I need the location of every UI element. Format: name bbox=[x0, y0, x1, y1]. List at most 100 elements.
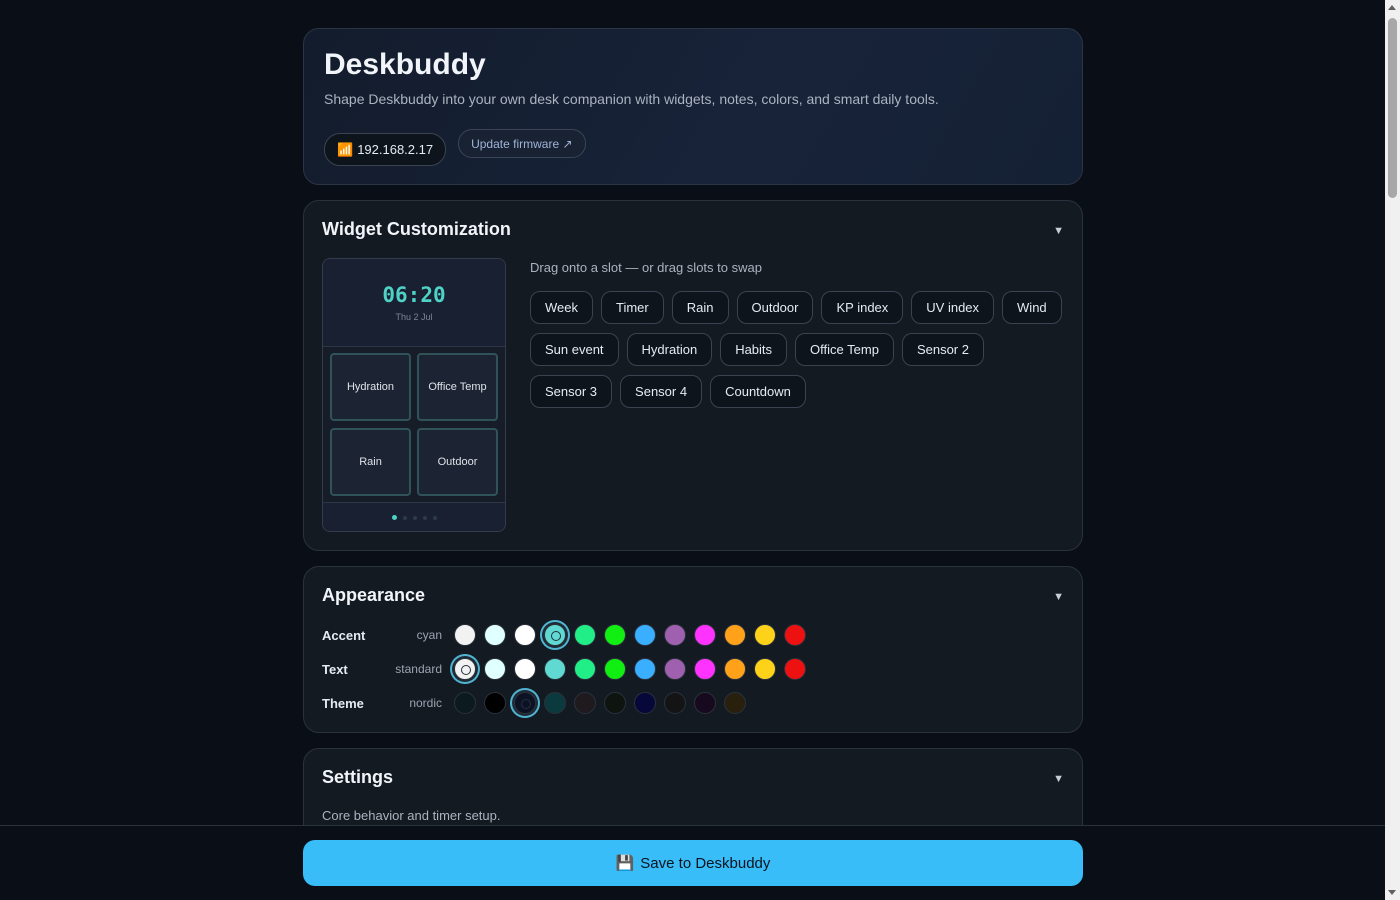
ip-badge: 📶 192.168.2.17 bbox=[324, 133, 447, 166]
appearance-row-accent: Accent cyan bbox=[322, 622, 1062, 648]
widget-chip[interactable]: Week bbox=[530, 291, 593, 324]
color-swatch[interactable] bbox=[484, 658, 506, 680]
section-title: Settings bbox=[322, 767, 394, 787]
widget-chip[interactable]: Sun event bbox=[530, 333, 619, 366]
widget-chip[interactable]: Rain bbox=[671, 291, 729, 324]
device-clock: 06:20 Thu 2 Jul bbox=[323, 259, 505, 347]
widget-chip[interactable]: Sensor 4 bbox=[620, 375, 703, 408]
row-value: standard bbox=[395, 662, 442, 676]
widget-chip[interactable]: Wind bbox=[1002, 291, 1062, 324]
scroll-down-arrow-icon[interactable] bbox=[1388, 890, 1396, 895]
color-swatch[interactable] bbox=[574, 624, 596, 646]
color-swatch[interactable] bbox=[514, 692, 536, 714]
appearance-row-text: Text standard bbox=[322, 656, 1062, 682]
color-swatch[interactable] bbox=[754, 658, 776, 680]
page-subtitle: Shape Deskbuddy into your own desk compa… bbox=[324, 91, 939, 107]
page-dot[interactable] bbox=[432, 515, 437, 520]
page-dot[interactable] bbox=[412, 515, 417, 520]
color-swatch[interactable] bbox=[454, 692, 476, 714]
color-swatch[interactable] bbox=[604, 692, 626, 714]
row-value: cyan bbox=[416, 628, 442, 642]
color-swatch[interactable] bbox=[754, 624, 776, 646]
widget-slot[interactable]: Rain bbox=[330, 427, 411, 496]
page-dot[interactable] bbox=[422, 515, 427, 520]
color-swatch[interactable] bbox=[634, 624, 656, 646]
color-swatch[interactable] bbox=[454, 624, 476, 646]
row-label: Theme bbox=[322, 695, 364, 711]
color-swatch[interactable] bbox=[544, 692, 566, 714]
scrollbar-thumb[interactable] bbox=[1388, 18, 1397, 198]
page-indicator bbox=[323, 502, 505, 531]
section-title: Appearance bbox=[322, 585, 426, 605]
color-swatch[interactable] bbox=[574, 658, 596, 680]
widget-chip[interactable]: Outdoor bbox=[736, 291, 814, 324]
page-dot[interactable] bbox=[391, 515, 397, 520]
color-swatch[interactable] bbox=[574, 692, 596, 714]
drag-hint: Drag onto a slot — or drag slots to swap bbox=[530, 260, 762, 275]
row-label: Accent bbox=[322, 627, 366, 643]
color-swatch[interactable] bbox=[634, 658, 656, 680]
page-dot[interactable] bbox=[402, 515, 407, 520]
widget-chip[interactable]: UV index bbox=[911, 291, 995, 324]
chevron-down-icon[interactable]: ▼ bbox=[1053, 591, 1064, 603]
color-swatch[interactable] bbox=[544, 624, 566, 646]
update-firmware-button[interactable]: Update firmware ↗ bbox=[458, 129, 586, 158]
color-swatch[interactable] bbox=[544, 658, 566, 680]
widget-slot[interactable]: Office Temp bbox=[417, 353, 498, 421]
color-swatch[interactable] bbox=[694, 692, 716, 714]
color-swatch[interactable] bbox=[514, 658, 536, 680]
device-preview: 06:20 Thu 2 Jul Hydration Office Temp Rain… bbox=[322, 258, 506, 532]
page-title: Deskbuddy bbox=[324, 48, 486, 81]
device-date: Thu 2 Jul bbox=[395, 312, 433, 322]
widget-customization-section: Widget Customization ▼ 06:20 Thu 2 Jul H… bbox=[303, 200, 1083, 551]
settings-subtitle: Core behavior and timer setup. bbox=[322, 808, 501, 823]
save-label: Save to Deskbuddy bbox=[640, 854, 771, 872]
color-swatch[interactable] bbox=[484, 624, 506, 646]
widget-slot[interactable]: Hydration bbox=[330, 353, 411, 421]
chevron-down-icon[interactable]: ▼ bbox=[1053, 773, 1064, 785]
widget-chip[interactable]: Countdown bbox=[710, 375, 806, 408]
color-swatch[interactable] bbox=[604, 624, 626, 646]
widget-chip[interactable]: Sensor 2 bbox=[901, 333, 984, 366]
scrollbar[interactable] bbox=[1385, 0, 1400, 900]
color-swatch[interactable] bbox=[604, 658, 626, 680]
widget-chip[interactable]: Office Temp bbox=[795, 333, 894, 366]
color-swatch[interactable] bbox=[664, 624, 686, 646]
color-swatch[interactable] bbox=[454, 658, 476, 680]
header-card: Deskbuddy Shape Deskbuddy into your own … bbox=[303, 28, 1083, 185]
color-swatch[interactable] bbox=[484, 692, 506, 714]
widget-chip[interactable]: Hydration bbox=[626, 333, 713, 366]
ip-address: 192.168.2.17 bbox=[357, 142, 434, 157]
row-value: nordic bbox=[409, 696, 442, 710]
widget-chip[interactable]: Timer bbox=[601, 291, 664, 324]
color-swatch[interactable] bbox=[724, 658, 746, 680]
widget-chip[interactable]: Habits bbox=[720, 333, 788, 366]
color-swatch[interactable] bbox=[694, 624, 716, 646]
section-title: Widget Customization bbox=[322, 219, 511, 239]
save-button[interactable]: 💾 Save to Deskbuddy bbox=[303, 840, 1083, 886]
color-swatch[interactable] bbox=[724, 692, 746, 714]
color-swatch[interactable] bbox=[724, 624, 746, 646]
row-label: Text bbox=[322, 661, 348, 677]
widget-slot[interactable]: Outdoor bbox=[417, 427, 498, 496]
wifi-icon: 📶 bbox=[337, 141, 354, 157]
appearance-section: Appearance ▼ Accent cyan Text standard Theme… bbox=[303, 566, 1083, 733]
scroll-up-arrow-icon[interactable] bbox=[1388, 5, 1396, 10]
page-content: Deskbuddy Shape Deskbuddy into your own … bbox=[303, 28, 1083, 883]
device-time: 06:20 bbox=[382, 283, 446, 307]
widget-chip[interactable]: KP index bbox=[821, 291, 904, 324]
color-swatch[interactable] bbox=[634, 692, 656, 714]
footer-bar: 💾 Save to Deskbuddy bbox=[0, 825, 1385, 900]
color-swatch[interactable] bbox=[784, 624, 806, 646]
widget-palette: Week Timer Rain Outdoor KP index UV index Wind… bbox=[530, 291, 1070, 408]
color-swatch[interactable] bbox=[664, 658, 686, 680]
color-swatch[interactable] bbox=[514, 624, 536, 646]
appearance-row-theme: Theme nordic bbox=[322, 690, 1062, 716]
color-swatch[interactable] bbox=[694, 658, 716, 680]
widget-chip[interactable]: Sensor 3 bbox=[530, 375, 613, 408]
floppy-disk-icon: 💾 bbox=[615, 855, 635, 872]
widget-slots: Hydration Office Temp Rain Outdoor bbox=[323, 347, 505, 502]
chevron-down-icon[interactable]: ▼ bbox=[1053, 225, 1064, 237]
color-swatch[interactable] bbox=[664, 692, 686, 714]
color-swatch[interactable] bbox=[784, 658, 806, 680]
